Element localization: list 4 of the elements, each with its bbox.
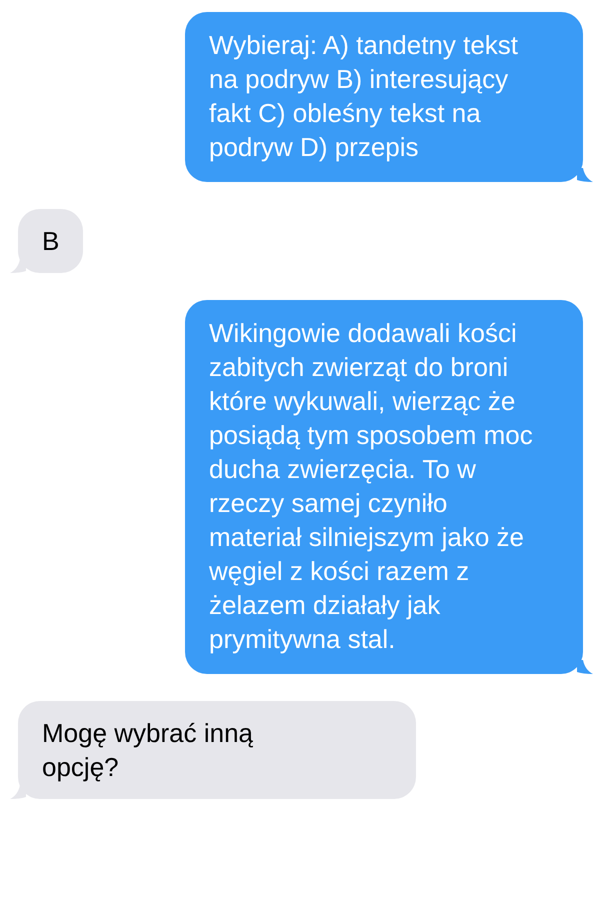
message-text: Wikingowie dodawali kości zabitych zwierząt do broni które wykuwali, wierząc że posiądą tym sposobem moc ducha zwierzęcia. To w rzeczy samej czyniło materiał silniejszym jako że węgiel z kości razem z żelazem działały jak prymitywna stal. xyxy=(209,318,533,654)
message-text: B xyxy=(42,226,60,256)
message-text: Mogę wybrać inną opcję? xyxy=(42,718,253,782)
message-text: Wybieraj: A) tandetny tekst na podryw B) interesujący fakt C) obleśny tekst na podryw D) przepis xyxy=(209,30,518,162)
